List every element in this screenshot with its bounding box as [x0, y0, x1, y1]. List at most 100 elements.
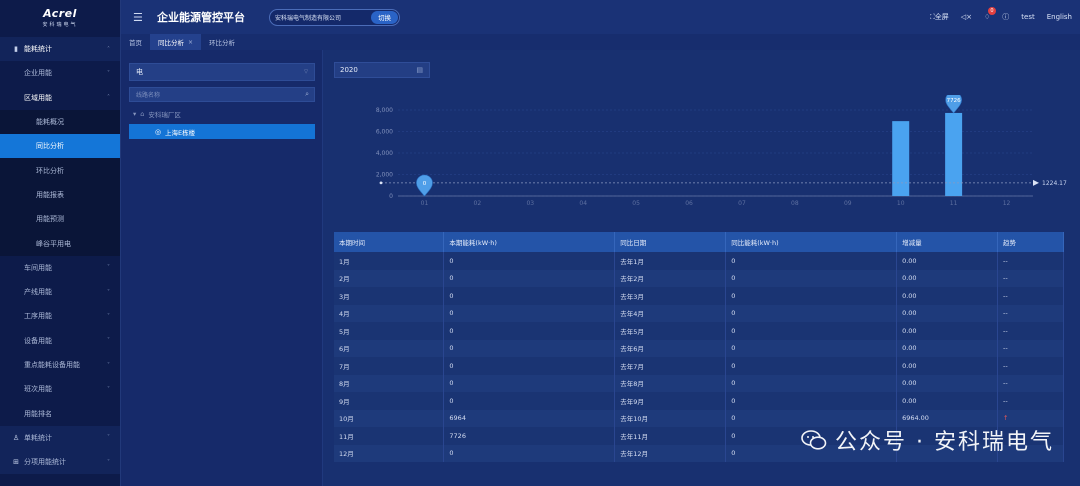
sidebar-item-label: 单耗统计 [24, 433, 52, 442]
table-cell: 0.00 [896, 374, 998, 392]
sidebar-item-shift[interactable]: 班次用能 ˅ [0, 377, 120, 401]
y-tick-label: 0 [389, 193, 393, 200]
x-tick-label: 09 [844, 200, 852, 207]
table-header-cell: 同比能耗(kW·h) [725, 232, 898, 252]
sidebar-item-enterprise[interactable]: 企业用能 ˅ [0, 61, 120, 85]
sidebar-item-label: 用能预测 [36, 215, 64, 224]
tab-label: 环比分析 [209, 39, 236, 47]
x-tick-label: 05 [632, 200, 640, 207]
table-cell: 去年6月 [614, 339, 727, 357]
caret-down-icon: ▾ [133, 110, 137, 118]
top-bar: ☰ 企业能源管控平台 安科瑞电气制造有限公司 切换 ⛶全屏 ◁× ♢ 0 ⓘ te… [121, 0, 1080, 34]
wechat-watermark: 公众号 · 安科瑞电气 [801, 424, 1054, 456]
menu-toggle-icon[interactable]: ☰ [133, 11, 147, 24]
table-row: 3月 0 去年3月 0 0.00 -- [334, 287, 1064, 305]
sidebar-item-label: 能耗概况 [36, 118, 64, 127]
tab-label: 同比分析 [158, 39, 184, 47]
table-cell: -- [997, 269, 1064, 287]
table-cell: 0 [725, 304, 898, 322]
sidebar-item-workshop[interactable]: 车间用能 ˅ [0, 256, 120, 280]
tree-root[interactable]: ▾ ⌂ 安科瑞厂区 [133, 109, 181, 119]
sidebar-item-forecast[interactable]: 用能预测 [0, 207, 120, 232]
tab-label: 首页 [129, 39, 142, 47]
sidebar-item-energy-stats[interactable]: ▮ 能耗统计 ˄ [0, 37, 120, 62]
sidebar-item-line[interactable]: 产线用能 ˅ [0, 280, 120, 304]
sidebar-item-ranking[interactable]: 用能排名 [0, 401, 120, 425]
close-icon[interactable]: × [188, 39, 193, 46]
average-line-start [379, 181, 383, 185]
sidebar-item-process[interactable]: 工序用能 ˅ [0, 304, 120, 328]
average-line-label: 1224.17 [1042, 180, 1067, 187]
table-cell: 0.00 [896, 252, 998, 270]
sidebar-item-unit-consumption[interactable]: ♙ 单耗统计 ˅ [0, 425, 120, 451]
fullscreen-button[interactable]: ⛶全屏 [930, 12, 949, 22]
chevron-down-icon: ▽ [304, 69, 308, 75]
main-content: 2020 ▤ 0 2,000 4,000 6,000 8,000 01 02 03 04 05 06… [323, 50, 1080, 486]
year-picker[interactable]: 2020 ▤ [334, 62, 430, 78]
logo-sub: 安科瑞电气 [42, 21, 78, 28]
table-cell: 去年9月 [614, 392, 727, 410]
x-tick-label: 03 [526, 200, 534, 207]
tab-mom[interactable]: 环比分析 [201, 34, 243, 50]
circuit-search-input[interactable]: 线路名称 ⌕ [129, 87, 315, 102]
x-tick-label: 06 [685, 200, 693, 207]
table-row: 2月 0 去年2月 0 0.00 -- [334, 269, 1064, 287]
search-icon[interactable]: ⌕ [305, 90, 309, 99]
bar-chart-icon: ▮ [14, 45, 18, 54]
help-icon[interactable]: ⓘ [1002, 12, 1009, 22]
table-cell: 去年12月 [614, 444, 727, 462]
table-cell: 去年11月 [614, 427, 727, 445]
sidebar-item-peak-valley[interactable]: 峰谷平用电 [0, 231, 120, 256]
table-cell: 去年8月 [614, 374, 727, 392]
table-cell: 0 [443, 339, 616, 357]
sidebar-item-label: 重点能耗设备用能 [24, 361, 80, 369]
sidebar-item-label: 用能排名 [24, 409, 52, 418]
sidebar-item-yoy[interactable]: 同比分析 [0, 134, 120, 159]
watermark-text: 公众号 · 安科瑞电气 [835, 430, 1054, 455]
y-tick-label: 8,000 [376, 107, 393, 114]
meter-icon: ◎ [155, 127, 162, 136]
table-cell: 10月 [334, 409, 445, 427]
energy-type-select[interactable]: 电 ▽ [129, 63, 315, 81]
sidebar-item-label: 分项用能统计 [24, 458, 66, 467]
sidebar-item-label: 峰谷平用电 [36, 239, 71, 248]
sidebar-item-device[interactable]: 设备用能 ˅ [0, 329, 120, 353]
table-cell: -- [997, 374, 1064, 392]
bell-icon[interactable]: ♢ 0 [984, 7, 996, 21]
tab-bar: 首页 同比分析 × 环比分析 [121, 34, 1080, 50]
language-toggle[interactable]: English [1047, 13, 1072, 21]
company-selector[interactable]: 安科瑞电气制造有限公司 切换 [269, 8, 400, 26]
user-name[interactable]: test [1021, 13, 1034, 21]
table-cell: 去年3月 [614, 287, 727, 305]
tree-node-selected[interactable]: ◎ 上海E栋楼 [129, 124, 315, 139]
sidebar-item-area[interactable]: 区域用能 ˄ [0, 86, 120, 110]
table-cell: 0 [443, 444, 616, 462]
notification-badge: 0 [987, 7, 996, 15]
y-tick-label: 2,000 [376, 172, 393, 179]
sidebar-item-label: 区域用能 [24, 93, 52, 102]
table-cell: 0 [443, 304, 616, 322]
sidebar-item-mom[interactable]: 环比分析 [0, 158, 120, 183]
data-marker-label: 0 [423, 181, 427, 187]
table-cell: 0 [725, 287, 898, 305]
sidebar-item-overview[interactable]: 能耗概况 [0, 109, 120, 135]
table-cell: 0 [725, 322, 898, 340]
table-cell: 0.00 [896, 339, 998, 357]
table-cell: 0.00 [896, 322, 998, 340]
table-cell: 去年5月 [614, 322, 727, 340]
tab-home[interactable]: 首页 [121, 34, 150, 50]
sidebar-item-subitem[interactable]: ⊞ 分项用能统计 ˅ [0, 450, 120, 475]
sidebar-item-label: 设备用能 [24, 336, 52, 345]
table-cell: 0 [725, 269, 898, 287]
chevron-up-icon: ˄ [107, 45, 110, 53]
table-cell: -- [997, 392, 1064, 410]
sidebar-item-report[interactable]: 用能报表 [0, 182, 120, 208]
switch-button[interactable]: 切换 [371, 10, 398, 24]
chevron-down-icon: ˅ [107, 312, 110, 320]
tab-yoy[interactable]: 同比分析 × [150, 34, 202, 50]
table-cell: 9月 [334, 392, 445, 410]
x-tick-label: 11 [950, 200, 958, 207]
sidebar-item-label: 车间用能 [24, 263, 52, 272]
sidebar-item-key-device[interactable]: 重点能耗设备用能 ˅ [0, 353, 120, 377]
mute-icon[interactable]: ◁× [961, 13, 972, 21]
